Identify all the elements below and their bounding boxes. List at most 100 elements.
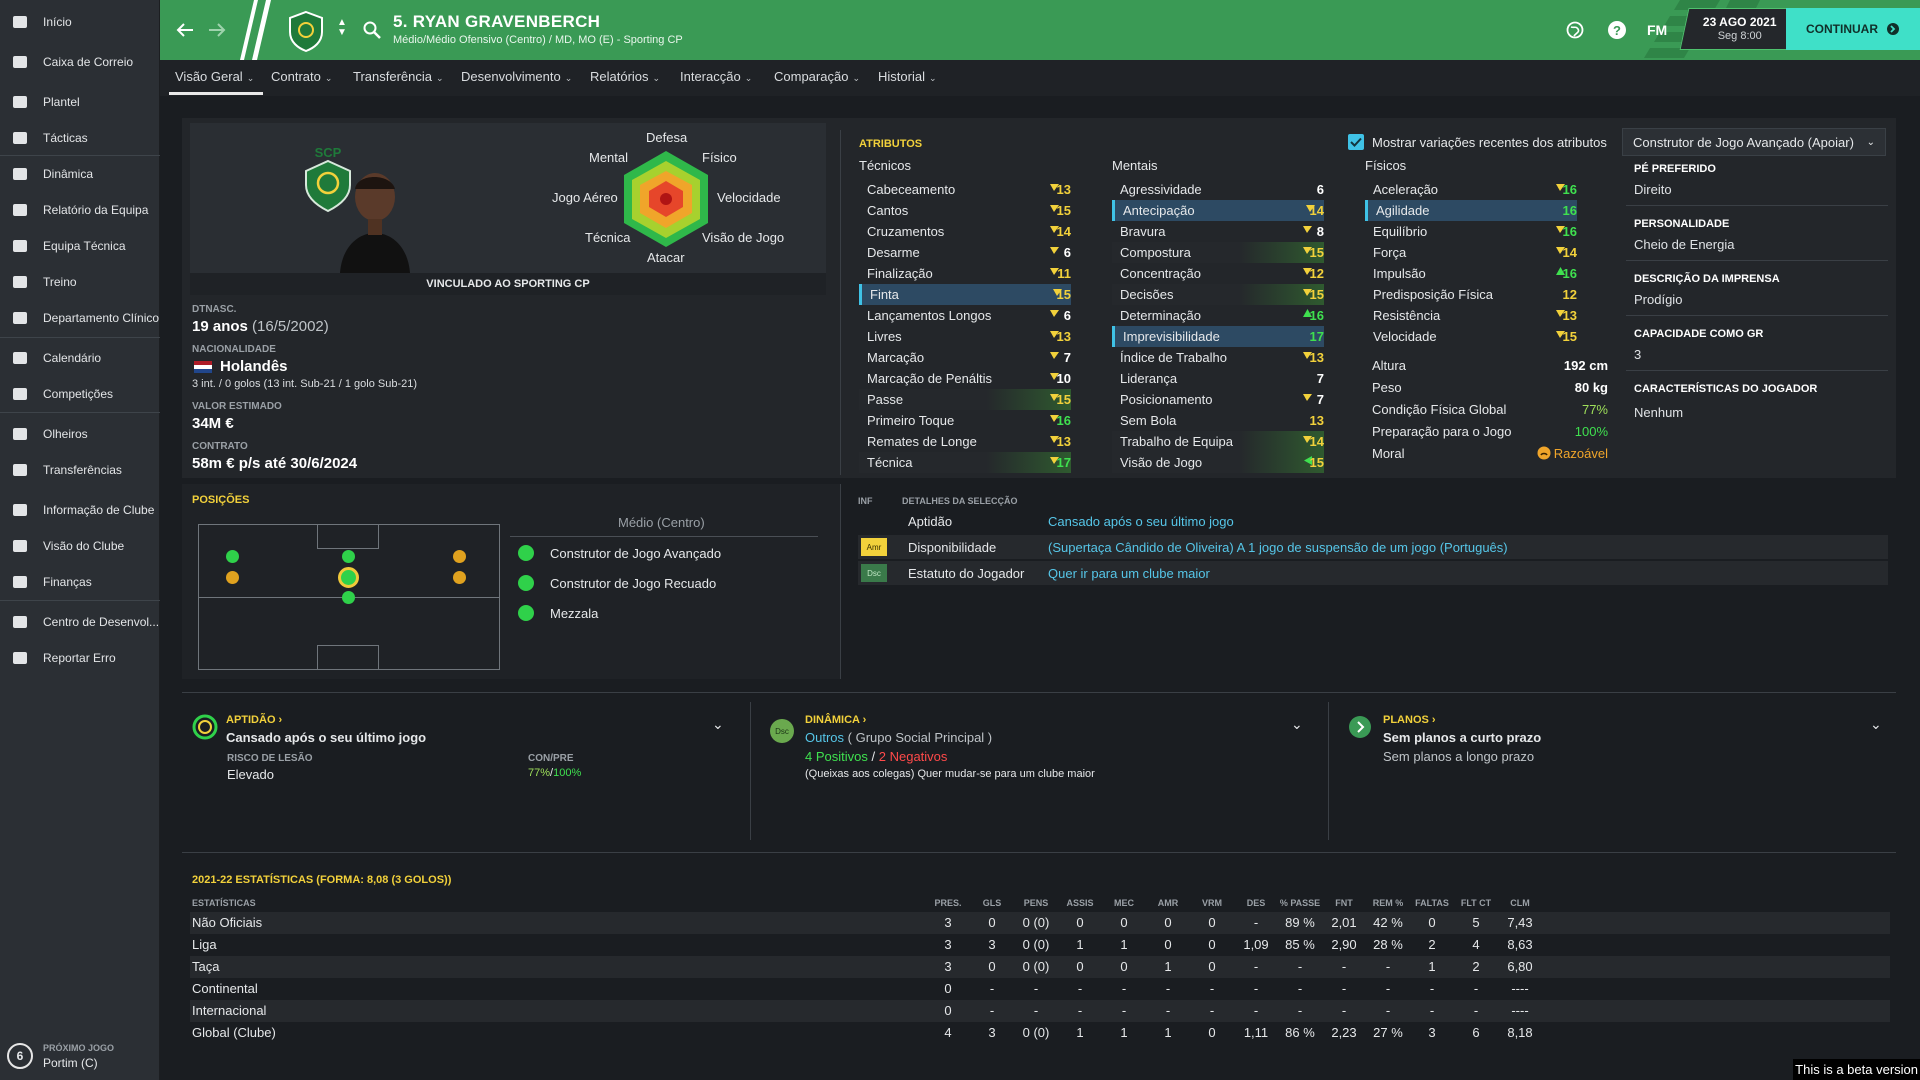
forward-button[interactable] xyxy=(202,15,232,45)
sidebar-item-departamento-cl-nico[interactable]: Departamento Clínico xyxy=(0,304,160,332)
attribute-row[interactable]: Primeiro Toque 16 xyxy=(859,410,1071,431)
attribute-row[interactable]: Determinação 16 xyxy=(1112,305,1324,326)
attribute-row[interactable]: Equilíbrio 16 xyxy=(1365,221,1577,242)
tab-relat-rios[interactable]: Relatórios ⌄ xyxy=(590,69,660,84)
stats-header[interactable]: VRM xyxy=(1192,898,1232,908)
attribute-row[interactable]: Posicionamento 7 xyxy=(1112,389,1324,410)
stats-row[interactable]: Não Oficiais 3 0 0 (0) 0 0 0 0-89 % 2,01 42 % 0 5 7,… xyxy=(190,912,1890,934)
show-changes-toggle[interactable]: Mostrar variações recentes dos atributos xyxy=(1348,134,1607,150)
selection-value[interactable]: Quer ir para um clube maior xyxy=(1048,566,1210,581)
plans-title[interactable]: PLANOS › xyxy=(1383,714,1436,726)
selection-row[interactable]: Aptidão Cansado após o seu último jogo xyxy=(858,509,1888,533)
attribute-row[interactable]: Antecipação 14 xyxy=(1112,200,1324,221)
attribute-row[interactable]: Finalização 11 xyxy=(859,263,1071,284)
stats-header[interactable]: ASSIS xyxy=(1060,898,1100,908)
stats-header[interactable]: ESTATÍSTICAS xyxy=(192,898,256,908)
attribute-row[interactable]: Cabeceamento 13 xyxy=(859,179,1071,200)
attribute-row[interactable]: Lançamentos Longos 6 xyxy=(859,305,1071,326)
social-group[interactable]: Outros ( Grupo Social Principal ) xyxy=(805,730,992,745)
selection-row[interactable]: Amr Disponibilidade (Supertaça Cândido de … xyxy=(858,535,1888,559)
stats-row[interactable]: Internacional 0- - - - - - - - - - - - ---- xyxy=(190,1000,1890,1022)
club-crest-icon[interactable] xyxy=(285,10,327,55)
attribute-row[interactable]: Cruzamentos 14 xyxy=(859,221,1071,242)
sidebar-item-olheiros[interactable]: Olheiros xyxy=(0,420,160,448)
attribute-row[interactable]: Remates de Longe 13 xyxy=(859,431,1071,452)
fm-menu-button[interactable]: FM xyxy=(1647,22,1667,38)
attribute-row[interactable]: Cantos 15 xyxy=(859,200,1071,221)
sidebar-item-in-cio[interactable]: Início xyxy=(0,8,160,36)
position-role[interactable]: Construtor de Jogo Avançado xyxy=(518,545,721,561)
stats-header[interactable]: FLT CT xyxy=(1454,898,1498,908)
stats-header[interactable]: CLM xyxy=(1498,898,1542,908)
attribute-row[interactable]: Sem Bola 13 xyxy=(1112,410,1324,431)
attribute-row[interactable]: Agressividade 6 xyxy=(1112,179,1324,200)
attribute-row[interactable]: Força 14 xyxy=(1365,242,1577,263)
stats-row[interactable]: Global (Clube) 4 3 0 (0) 1 1 1 0 1,11 86 % 2,23 27 … xyxy=(190,1022,1890,1044)
sidebar-item-caixa-de-correio[interactable]: Caixa de Correio xyxy=(0,48,160,76)
tab-desenvolvimento[interactable]: Desenvolvimento ⌄ xyxy=(461,69,572,84)
attribute-row[interactable]: Passe 15 xyxy=(859,389,1071,410)
back-button[interactable] xyxy=(170,15,200,45)
position-dot-mc-selected[interactable] xyxy=(338,567,359,588)
attribute-row[interactable]: Desarme 6 xyxy=(859,242,1071,263)
fitness-expand-chevron-icon[interactable]: ⌄ xyxy=(712,716,724,733)
attribute-row[interactable]: Marcação 7 xyxy=(859,347,1071,368)
tab-vis-o-geral[interactable]: Visão Geral ⌄ xyxy=(175,69,254,84)
sidebar-item-competi-es[interactable]: Competições xyxy=(0,380,160,408)
dynamics-title[interactable]: DINÂMICA › xyxy=(805,714,866,726)
position-dot-ml[interactable] xyxy=(226,571,239,584)
next-match[interactable]: 6 PRÓXIMO JOGO Portim (C) xyxy=(0,1032,160,1080)
attribute-row[interactable]: Finta 15 xyxy=(859,284,1071,305)
selection-value[interactable]: (Supertaça Cândido de Oliveira) A 1 jogo… xyxy=(1048,540,1508,555)
position-dot-dm[interactable] xyxy=(342,591,355,604)
attribute-row[interactable]: Predisposição Física 12 xyxy=(1365,284,1577,305)
sidebar-item-reportar-erro[interactable]: Reportar Erro xyxy=(0,644,160,672)
position-dot-aml[interactable] xyxy=(226,550,239,563)
attribute-row[interactable]: Livres 13 xyxy=(859,326,1071,347)
sidebar-item-finan-as[interactable]: Finanças xyxy=(0,568,160,596)
tab-interac-o[interactable]: Interacção ⌄ xyxy=(680,69,752,84)
stats-header[interactable]: AMR xyxy=(1148,898,1188,908)
sidebar-item-relat-rio-da-equipa[interactable]: Relatório da Equipa xyxy=(0,196,160,224)
sidebar-item-informa-o-de-clube[interactable]: Informação de Clube xyxy=(0,496,160,524)
position-dot-amc[interactable] xyxy=(342,550,355,563)
personality[interactable]: Cheio de Energia xyxy=(1634,237,1734,252)
stats-header[interactable]: FALTAS xyxy=(1410,898,1454,908)
tab-historial[interactable]: Historial ⌄ xyxy=(878,69,937,84)
sidebar-item-vis-o-do-clube[interactable]: Visão do Clube xyxy=(0,532,160,560)
attribute-row[interactable]: Trabalho de Equipa 14 xyxy=(1112,431,1324,452)
attribute-row[interactable]: Velocidade 15 xyxy=(1365,326,1577,347)
game-date[interactable]: 23 AGO 2021 Seg 8:00 xyxy=(1679,8,1799,50)
attribute-row[interactable]: Técnica 17 xyxy=(859,452,1071,473)
sidebar-item-equipa-t-cnica[interactable]: Equipa Técnica xyxy=(0,232,160,260)
role-dropdown[interactable]: Construtor de Jogo Avançado (Apoiar) ⌄ xyxy=(1622,128,1886,156)
world-button[interactable] xyxy=(1560,15,1590,45)
selection-row[interactable]: Dsc Estatuto do Jogador Quer ir para um cl… xyxy=(858,561,1888,585)
sidebar-item-din-mica[interactable]: Dinâmica xyxy=(0,160,160,188)
stats-header[interactable]: MEC xyxy=(1104,898,1144,908)
sidebar-item-treino[interactable]: Treino xyxy=(0,268,160,296)
fitness-title[interactable]: APTIDÃO › xyxy=(226,714,282,726)
attribute-row[interactable]: Visão de Jogo 15 xyxy=(1112,452,1324,473)
attribute-row[interactable]: Concentração 12 xyxy=(1112,263,1324,284)
relationships-summary[interactable]: 4 Positivos / 2 Negativos xyxy=(805,749,947,764)
position-role[interactable]: Construtor de Jogo Recuado xyxy=(518,575,716,591)
tab-transfer-ncia[interactable]: Transferência ⌄ xyxy=(353,69,444,84)
tab-compara-o[interactable]: Comparação ⌄ xyxy=(774,69,860,84)
position-dot-amr[interactable] xyxy=(453,550,466,563)
stats-title[interactable]: 2021-22 ESTATÍSTICAS (FORMA: 8,08 (3 GOL… xyxy=(192,874,451,886)
attribute-row[interactable]: Imprevisibilidade 17 xyxy=(1112,326,1324,347)
player-switch-icon[interactable]: ▲ ▼ xyxy=(337,18,347,38)
attribute-row[interactable]: Decisões 15 xyxy=(1112,284,1324,305)
stats-header[interactable]: DES xyxy=(1236,898,1276,908)
attribute-row[interactable]: Resistência 13 xyxy=(1365,305,1577,326)
stats-header[interactable]: % PASSE xyxy=(1276,898,1324,908)
tab-contrato[interactable]: Contrato ⌄ xyxy=(271,69,332,84)
continue-button[interactable]: CONTINUAR xyxy=(1786,8,1920,50)
stats-row[interactable]: Taça 3 0 0 (0) 0 0 1 0- - - -1 2 6,80 xyxy=(190,956,1890,978)
position-role[interactable]: Mezzala xyxy=(518,605,598,621)
stats-header[interactable]: REM % xyxy=(1364,898,1412,908)
sidebar-item-centro-de-desenvol-[interactable]: Centro de Desenvol... xyxy=(0,608,160,636)
sidebar-item-transfer-ncias[interactable]: Transferências xyxy=(0,456,160,484)
attribute-row[interactable]: Agilidade 16 xyxy=(1365,200,1577,221)
